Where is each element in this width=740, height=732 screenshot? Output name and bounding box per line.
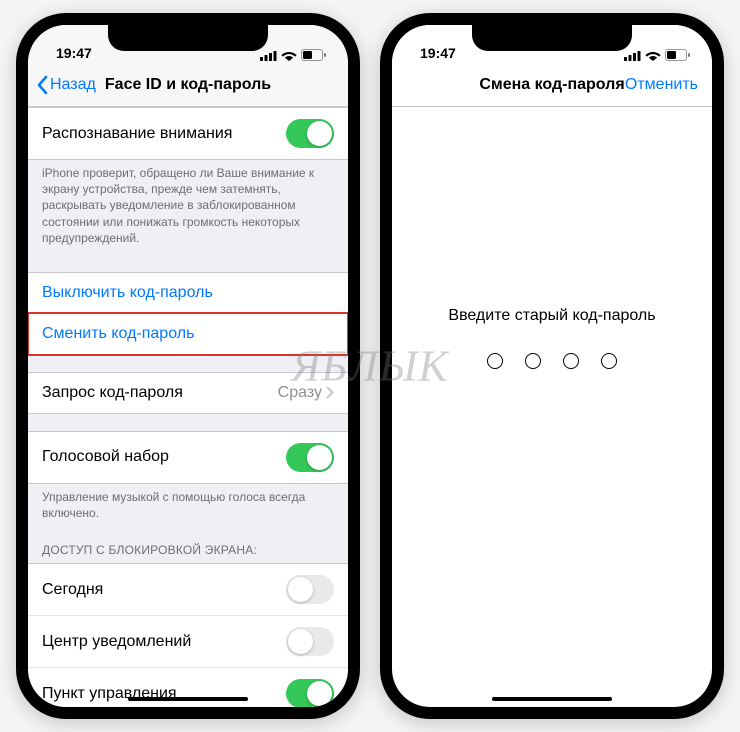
change-passcode-cell[interactable]: Сменить код-пароль	[28, 313, 348, 355]
turn-off-passcode-cell[interactable]: Выключить код-пароль	[28, 272, 348, 314]
phone-right: 19:47 Смена код-пароля Отменить Введите …	[380, 13, 724, 719]
cellular-icon	[624, 50, 641, 61]
attention-switch[interactable]	[286, 119, 334, 148]
passcode-dot	[563, 353, 579, 369]
notch	[108, 25, 268, 51]
notch	[472, 25, 632, 51]
lock-switch[interactable]	[286, 679, 334, 707]
turn-off-label: Выключить код-пароль	[42, 284, 213, 302]
lock-switch[interactable]	[286, 627, 334, 656]
cell-label: Центр уведомлений	[42, 633, 191, 651]
settings-content[interactable]: Распознавание внимания iPhone проверит, …	[28, 107, 348, 707]
status-time: 19:47	[56, 45, 92, 61]
lock-item-control-center[interactable]: Пункт управления	[28, 667, 348, 707]
passcode-dots	[487, 353, 617, 369]
battery-icon	[301, 49, 326, 61]
wifi-icon	[281, 50, 297, 61]
voice-footer: Управление музыкой с помощью голоса всег…	[28, 483, 348, 529]
wifi-icon	[645, 50, 661, 61]
lock-item-notif-center[interactable]: Центр уведомлений	[28, 615, 348, 668]
battery-icon	[665, 49, 690, 61]
back-label: Назад	[50, 76, 96, 94]
passcode-dot	[525, 353, 541, 369]
require-label: Запрос код-пароля	[42, 384, 183, 402]
status-icons	[260, 49, 326, 61]
attention-label: Распознавание внимания	[42, 125, 232, 143]
passcode-prompt: Введите старый код-пароль	[448, 307, 655, 325]
cell-label: Пункт управления	[42, 685, 177, 703]
status-time: 19:47	[420, 45, 456, 61]
nav-bar: Смена код-пароля Отменить	[392, 63, 712, 107]
status-icons	[624, 49, 690, 61]
chevron-right-icon	[326, 386, 334, 399]
lock-header: ДОСТУП С БЛОКИРОВКОЙ ЭКРАНА:	[28, 529, 348, 563]
require-passcode-cell[interactable]: Запрос код-пароля Сразу	[28, 372, 348, 414]
cellular-icon	[260, 50, 277, 61]
attention-cell[interactable]: Распознавание внимания	[28, 107, 348, 160]
passcode-dot	[601, 353, 617, 369]
cell-label: Сегодня	[42, 581, 103, 599]
lock-item-today[interactable]: Сегодня	[28, 563, 348, 616]
voice-switch[interactable]	[286, 443, 334, 472]
voice-dial-cell[interactable]: Голосовой набор	[28, 431, 348, 484]
require-value: Сразу	[278, 384, 322, 402]
back-button[interactable]: Назад	[36, 75, 96, 95]
cancel-button[interactable]: Отменить	[625, 76, 704, 94]
change-label: Сменить код-пароль	[42, 325, 194, 343]
attention-footer: iPhone проверит, обращено ли Ваше вниман…	[28, 159, 348, 254]
passcode-entry: Введите старый код-пароль	[392, 107, 712, 707]
passcode-dot	[487, 353, 503, 369]
lock-switch[interactable]	[286, 575, 334, 604]
voice-label: Голосовой набор	[42, 448, 169, 466]
nav-bar: Назад Face ID и код-пароль	[28, 63, 348, 107]
chevron-left-icon	[36, 75, 48, 95]
phone-left: 19:47 Назад Face ID и код-пароль Распозн…	[16, 13, 360, 719]
